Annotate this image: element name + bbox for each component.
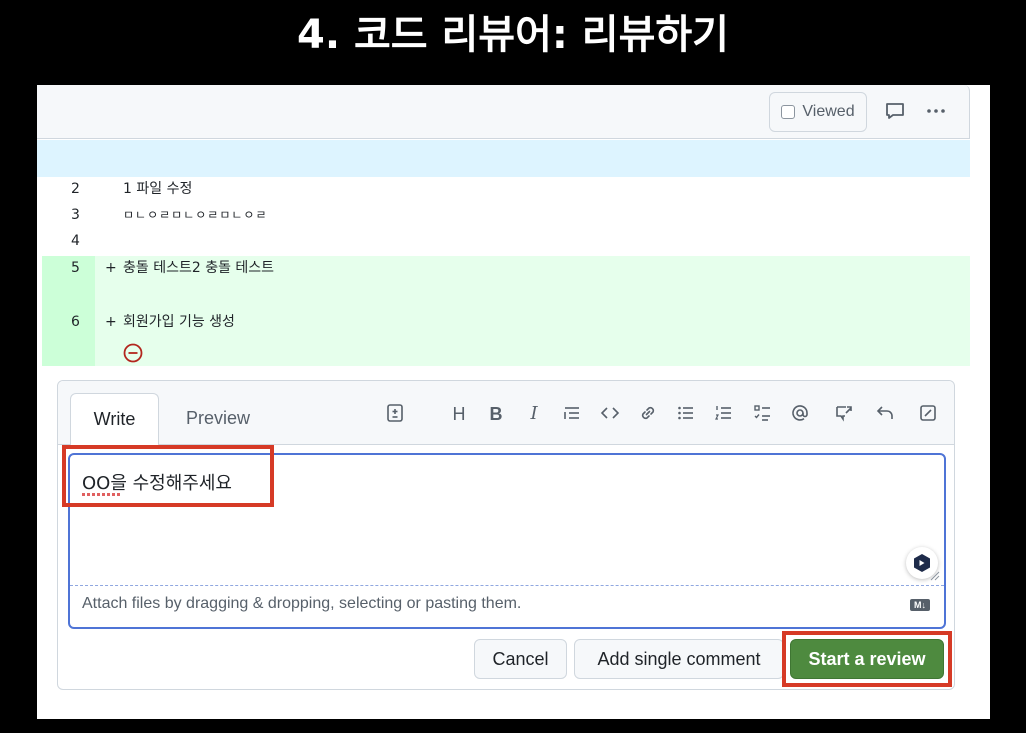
remove-comment-icon[interactable] [123, 343, 143, 363]
quote-icon[interactable] [561, 403, 583, 425]
diff-code-line: 1 파일 수정 [123, 181, 193, 197]
reply-icon[interactable] [874, 403, 896, 425]
highlight-box-comment [62, 445, 274, 507]
add-suggestion-icon[interactable] [384, 403, 406, 425]
pull-request-diff-panel: Viewed 2 1 파일 수정 3 ㅁㄴㅇㄹㅁㄴㅇㄹㅁㄴㅇㄹ 4 5 + 충돌… [37, 85, 990, 719]
link-icon[interactable] [637, 403, 659, 425]
added-lines-gutter [42, 256, 95, 366]
italic-icon[interactable]: I [523, 403, 545, 425]
line-number[interactable]: 3 [71, 202, 80, 228]
reference-icon[interactable] [833, 403, 855, 425]
heading-icon[interactable]: H [448, 403, 470, 425]
slide-title: 4. 코드 리뷰어: 리뷰하기 [296, 12, 729, 58]
diff-add-marker: + [105, 314, 117, 330]
resize-handle-icon[interactable] [930, 571, 940, 581]
code-icon[interactable] [599, 403, 621, 425]
attach-divider [70, 585, 944, 586]
line-number[interactable]: 2 [71, 176, 80, 202]
comment-tabbar: Write Preview H B I [58, 381, 954, 445]
diff-add-marker: + [105, 260, 117, 276]
review-comment-form: Write Preview H B I OO을 수정해주세요 Attach fi… [57, 380, 955, 690]
bulleted-list-icon[interactable] [675, 403, 697, 425]
diff-code-line: 회원가입 기능 생성 [123, 314, 235, 330]
viewed-checkbox[interactable] [781, 105, 796, 119]
add-single-comment-button[interactable]: Add single comment [574, 639, 784, 679]
viewed-button[interactable]: Viewed [769, 92, 867, 132]
viewed-label: Viewed [802, 103, 855, 120]
diff-code-line: ㅁㄴㅇㄹㅁㄴㅇㄹㅁㄴㅇㄹ [123, 208, 268, 222]
attach-files-hint[interactable]: Attach files by dragging & dropping, sel… [82, 595, 521, 613]
numbered-list-icon[interactable] [713, 403, 735, 425]
bold-icon[interactable]: B [485, 403, 507, 425]
cancel-button[interactable]: Cancel [474, 639, 567, 679]
line-number[interactable]: 6 [71, 309, 80, 335]
line-number[interactable]: 5 [71, 255, 80, 281]
comment-icon[interactable] [883, 99, 907, 123]
tab-preview[interactable]: Preview [168, 393, 268, 445]
line-number[interactable]: 4 [71, 228, 80, 254]
markdown-icon[interactable]: M↓ [910, 599, 930, 611]
hunk-header-row [37, 140, 970, 177]
mention-icon[interactable] [789, 403, 811, 425]
tab-write[interactable]: Write [70, 393, 159, 445]
kebab-icon[interactable] [924, 99, 948, 123]
fullscreen-icon[interactable] [917, 403, 939, 425]
diff-code-line: 충돌 테스트2 충돌 테스트 [123, 260, 275, 276]
file-header: Viewed [37, 85, 970, 139]
highlight-box-start-review [782, 631, 952, 687]
task-list-icon[interactable] [752, 403, 774, 425]
